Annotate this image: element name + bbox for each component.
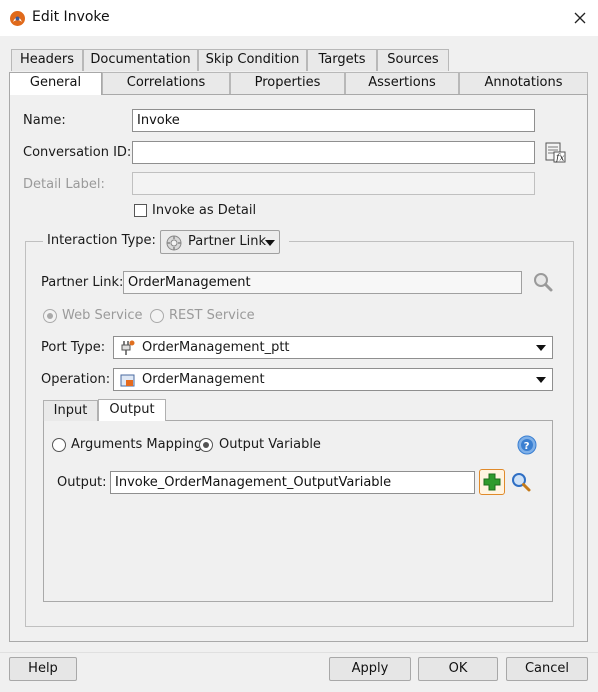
port-type-label: Port Type: bbox=[41, 340, 106, 355]
output-label: Output: bbox=[57, 475, 107, 490]
chevron-down-icon bbox=[265, 240, 275, 246]
invoke-as-detail-checkbox[interactable] bbox=[134, 204, 147, 217]
tab-annotations[interactable]: Annotations bbox=[459, 72, 588, 94]
detail-label-label: Detail Label: bbox=[23, 177, 105, 192]
tab-general[interactable]: General bbox=[9, 72, 102, 95]
apply-button[interactable]: Apply bbox=[329, 657, 411, 681]
output-variable-radio[interactable] bbox=[199, 438, 213, 452]
operation-label: Operation: bbox=[41, 372, 111, 387]
cancel-button[interactable]: Cancel bbox=[506, 657, 588, 681]
svg-text:?: ? bbox=[524, 441, 530, 452]
chevron-down-icon bbox=[536, 377, 546, 383]
tab-skip-condition[interactable]: Skip Condition bbox=[198, 49, 307, 71]
window-title: Edit Invoke bbox=[32, 9, 110, 25]
footer-separator bbox=[0, 652, 598, 653]
rest-service-label: REST Service bbox=[169, 308, 255, 323]
help-button-label: Help bbox=[28, 661, 58, 676]
invoke-as-detail-label: Invoke as Detail bbox=[152, 203, 257, 218]
name-field[interactable]: Invoke bbox=[132, 109, 535, 132]
plus-icon bbox=[483, 473, 501, 491]
tab-input[interactable]: Input bbox=[43, 400, 98, 421]
svg-text:fx: fx bbox=[555, 154, 564, 164]
operation-icon bbox=[119, 372, 137, 390]
tab-correlations[interactable]: Correlations bbox=[102, 72, 230, 94]
output-variable-label: Output Variable bbox=[219, 437, 321, 452]
arguments-mapping-radio[interactable] bbox=[52, 438, 66, 452]
ok-button[interactable]: OK bbox=[418, 657, 498, 681]
close-icon[interactable] bbox=[568, 6, 592, 30]
search-icon[interactable] bbox=[532, 271, 554, 293]
tab-headers[interactable]: Headers bbox=[11, 49, 83, 71]
cancel-button-label: Cancel bbox=[524, 661, 570, 676]
tab-properties[interactable]: Properties bbox=[230, 72, 345, 94]
conversation-id-field[interactable] bbox=[132, 141, 535, 164]
rest-service-radio bbox=[150, 309, 164, 323]
arguments-mapping-label: Arguments Mapping bbox=[71, 437, 203, 452]
port-type-value: OrderManagement_ptt bbox=[142, 340, 290, 355]
ok-button-label: OK bbox=[448, 661, 468, 676]
expression-builder-icon[interactable]: fx bbox=[544, 141, 566, 164]
name-label: Name: bbox=[23, 113, 66, 128]
port-type-icon bbox=[118, 339, 136, 357]
tab-output[interactable]: Output bbox=[98, 399, 166, 421]
detail-label-field bbox=[132, 172, 535, 195]
partner-link-field: OrderManagement bbox=[123, 271, 522, 294]
add-variable-button[interactable] bbox=[479, 469, 505, 495]
operation-value: OrderManagement bbox=[142, 372, 265, 387]
group-line bbox=[25, 241, 43, 242]
tab-assertions[interactable]: Assertions bbox=[345, 72, 459, 94]
tab-sources[interactable]: Sources bbox=[377, 49, 449, 71]
port-type-dropdown[interactable]: OrderManagement_ptt bbox=[113, 336, 553, 359]
chevron-down-icon bbox=[536, 345, 546, 351]
output-variable-field[interactable]: Invoke_OrderManagement_OutputVariable bbox=[110, 471, 475, 494]
browse-variable-search-icon[interactable] bbox=[510, 471, 532, 493]
interaction-type-value: Partner Link bbox=[188, 234, 266, 249]
tab-targets[interactable]: Targets bbox=[307, 49, 377, 71]
tab-documentation[interactable]: Documentation bbox=[83, 49, 198, 71]
interaction-type-label: Interaction Type: bbox=[47, 233, 156, 248]
partner-link-icon bbox=[165, 234, 183, 252]
web-service-radio bbox=[43, 309, 57, 323]
group-line bbox=[289, 241, 574, 242]
app-icon bbox=[9, 10, 26, 27]
help-icon[interactable]: ? bbox=[516, 434, 538, 456]
partner-link-label: Partner Link: bbox=[41, 275, 124, 290]
interaction-type-dropdown[interactable]: Partner Link bbox=[160, 230, 280, 254]
operation-dropdown[interactable]: OrderManagement bbox=[113, 368, 553, 391]
help-button[interactable]: Help bbox=[9, 657, 77, 681]
apply-button-label: Apply bbox=[351, 661, 389, 676]
web-service-label: Web Service bbox=[62, 308, 143, 323]
conversation-id-label: Conversation ID: bbox=[23, 145, 132, 160]
